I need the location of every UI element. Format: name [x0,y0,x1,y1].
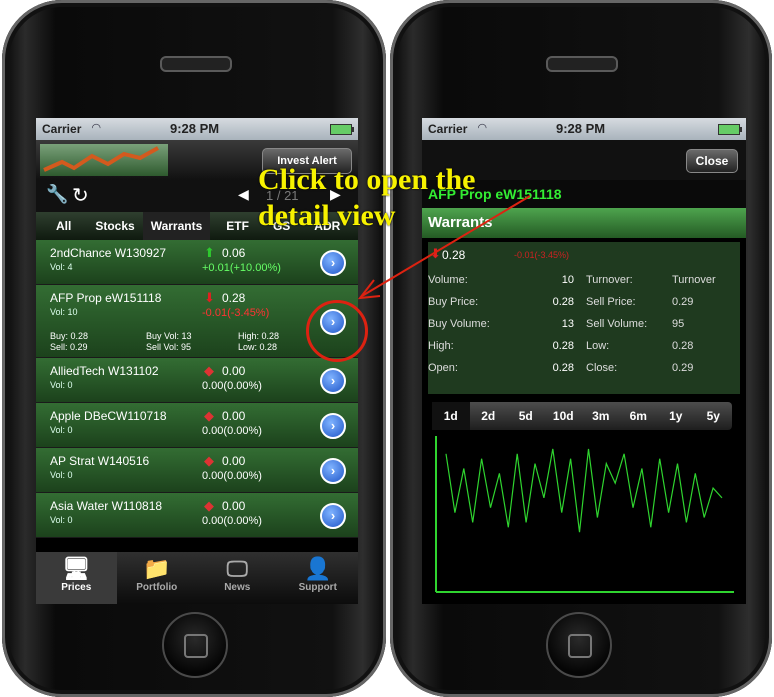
annotation-callout: Click to open the detail view [258,162,476,234]
annotation-line-1: Click to open the [258,163,476,196]
annotation-arrow [357,195,531,300]
annotation-line-2: detail view [258,199,396,232]
